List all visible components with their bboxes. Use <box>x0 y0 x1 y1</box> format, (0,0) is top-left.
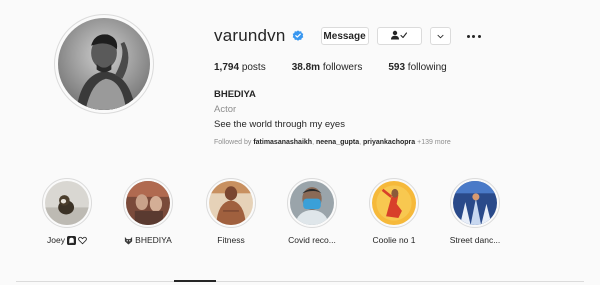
person-check-icon <box>390 30 408 43</box>
highlight-cover <box>290 181 334 225</box>
heart-icon <box>78 236 87 245</box>
highlight-label: Fitness <box>217 235 245 245</box>
highlight-item[interactable]: Street danc... <box>440 178 510 245</box>
followed-by[interactable]: Followed by fatimasanashaikh, neena_gupt… <box>214 139 451 146</box>
highlight-label: Joey <box>47 235 65 245</box>
bio-category: Actor <box>214 104 237 115</box>
following-count: 593 <box>388 62 406 73</box>
highlight-label: Covid reco... <box>288 235 336 245</box>
highlight-label: Street danc... <box>449 235 501 245</box>
tabs-divider <box>16 281 584 282</box>
bio-text: See the world through my eyes <box>214 119 345 130</box>
following-stat[interactable]: 593 following <box>388 62 446 73</box>
posts-stat[interactable]: 1,794 posts <box>214 62 266 73</box>
story-highlights: Joey BHEDIYA Fitness Covid reco... Cooli… <box>32 178 592 258</box>
profile-header: varundvn Message <box>214 22 481 50</box>
highlight-item[interactable]: Coolie no 1 <box>359 178 429 245</box>
posts-label: posts <box>241 62 266 73</box>
profile-avatar[interactable] <box>54 14 154 114</box>
highlight-item[interactable]: Fitness <box>196 178 266 245</box>
highlight-label: BHEDIYA <box>135 235 172 245</box>
username: varundvn <box>214 26 286 45</box>
more-horizontal-icon[interactable] <box>466 29 481 43</box>
verified-badge-icon <box>292 30 304 42</box>
bio-name: BHEDIYA <box>214 89 256 100</box>
highlight-cover <box>209 181 253 225</box>
followed-by-more: +139 more <box>417 139 451 146</box>
profile-photo <box>58 18 150 110</box>
highlight-cover <box>126 181 170 225</box>
profile-stats: 1,794 posts 38.8m followers 593 followin… <box>214 62 473 73</box>
following-button[interactable] <box>376 27 422 45</box>
highlight-cover <box>45 181 89 225</box>
message-button[interactable]: Message <box>320 27 369 45</box>
message-button-label: Message <box>323 30 366 42</box>
chevron-down-icon <box>436 31 444 42</box>
followed-by-user: priyankachopra <box>363 139 416 146</box>
highlight-item[interactable]: Covid reco... <box>277 178 347 245</box>
profile-bio: BHEDIYA Actor See the world through my e… <box>214 87 345 132</box>
highlight-cover <box>453 181 497 225</box>
followers-label: followers <box>322 62 363 73</box>
followers-stat[interactable]: 38.8m followers <box>292 62 363 73</box>
wolf-icon <box>124 236 133 245</box>
ghost-icon <box>66 235 76 245</box>
followers-count: 38.8m <box>291 62 321 73</box>
posts-count: 1,794 <box>214 62 240 73</box>
highlight-item[interactable]: Joey <box>32 178 102 245</box>
followed-by-user: fatimasanashaikh <box>253 139 313 146</box>
highlight-cover <box>372 181 416 225</box>
followed-by-user: neena_gupta <box>315 139 360 146</box>
followed-by-prefix: Followed by <box>214 139 252 146</box>
highlight-label: Coolie no 1 <box>372 235 416 245</box>
following-label: following <box>407 62 447 73</box>
active-tab-indicator <box>174 280 216 282</box>
suggestions-dropdown-button[interactable] <box>429 27 451 45</box>
highlight-item[interactable]: BHEDIYA <box>113 178 183 245</box>
